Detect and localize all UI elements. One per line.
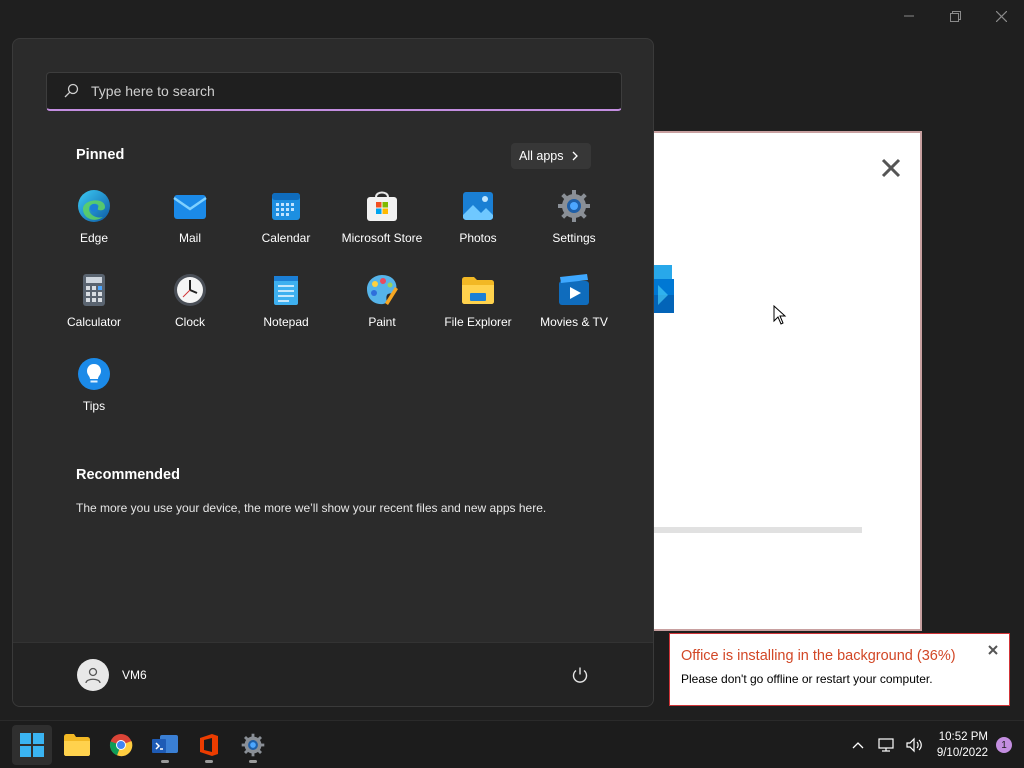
toast-body: Please don't go offline or restart your … (681, 672, 933, 686)
app-label: Clock (174, 315, 205, 329)
clock-icon (174, 274, 206, 306)
edge-icon (78, 190, 110, 222)
installer-progress-fill (654, 527, 729, 533)
app-label: Notepad (263, 315, 309, 329)
office-installer-window (652, 131, 922, 631)
restore-button[interactable] (932, 0, 978, 32)
paint-icon (367, 275, 398, 305)
settings-icon (241, 733, 265, 757)
toast-close-button[interactable] (986, 643, 1000, 657)
tips-icon (78, 358, 110, 390)
power-button[interactable] (571, 666, 589, 684)
pinned-app-settings[interactable]: Settings (526, 185, 622, 265)
network-icon (878, 738, 894, 752)
start-button[interactable] (12, 725, 52, 765)
user-icon (85, 667, 101, 684)
pinned-app-notepad[interactable]: Notepad (238, 269, 334, 349)
start-footer: VM6 (13, 642, 653, 706)
clock-time: 10:52 PM (938, 731, 988, 743)
show-hidden-icons-button[interactable] (845, 732, 871, 758)
notepad-icon (274, 276, 298, 305)
file-explorer-icon (64, 734, 90, 756)
app-label: Mail (178, 231, 201, 245)
pinned-app-clock[interactable]: Clock (142, 269, 238, 349)
volume-button[interactable] (901, 732, 927, 758)
app-label: Microsoft Store (341, 231, 423, 245)
start-icon (20, 733, 44, 757)
close-icon (995, 10, 1007, 22)
running-indicator (205, 760, 213, 763)
app-label: Calendar (261, 231, 311, 245)
all-apps-label: All apps (519, 149, 564, 163)
toast-title: Office is installing in the background (… (681, 648, 956, 664)
pinned-app-calculator[interactable]: Calculator (46, 269, 142, 349)
avatar (77, 659, 109, 691)
pinned-app-microsoft-store[interactable]: Microsoft Store (334, 185, 430, 265)
minimize-button[interactable] (886, 0, 932, 32)
installer-progress-bar (654, 527, 862, 533)
restore-icon (949, 10, 961, 22)
pinned-app-file-explorer[interactable]: File Explorer (430, 269, 526, 349)
search-input[interactable] (91, 83, 571, 99)
taskbar: 10:52 PM 9/10/2022 1 (0, 720, 1024, 768)
office-logo-icon (654, 265, 674, 313)
app-label: Tips (82, 399, 106, 413)
office-install-toast[interactable]: Office is installing in the background (… (669, 633, 1010, 706)
window-controls (886, 0, 1024, 32)
system-tray: 10:52 PM 9/10/2022 1 (845, 721, 1024, 768)
settings-icon (558, 190, 590, 222)
office-icon (200, 734, 218, 756)
app-label: Paint (368, 315, 396, 329)
taskbar-clock[interactable]: 10:52 PM 9/10/2022 (937, 729, 988, 761)
chevron-up-icon (852, 742, 864, 749)
calculator-icon (83, 274, 105, 306)
minimize-icon (904, 15, 914, 17)
taskbar-file-explorer[interactable] (57, 725, 97, 765)
user-name: VM6 (122, 668, 147, 682)
start-search-box[interactable] (46, 72, 622, 111)
clock-date: 9/10/2022 (936, 747, 988, 759)
mail-icon (173, 195, 207, 219)
recommended-empty-text: The more you use your device, the more w… (76, 501, 547, 515)
app-label: Calculator (66, 315, 122, 329)
volume-icon (906, 737, 922, 753)
network-button[interactable] (873, 732, 899, 758)
running-indicator (249, 760, 257, 763)
pinned-heading: Pinned (76, 147, 125, 163)
chrome-icon (109, 734, 133, 757)
pinned-app-calendar[interactable]: Calendar (238, 185, 334, 265)
user-account-button[interactable]: VM6 (77, 659, 147, 691)
app-label: Settings (552, 231, 596, 245)
chevron-right-icon (573, 151, 579, 161)
pinned-app-photos[interactable]: Photos (430, 185, 526, 265)
app-label: Movies & TV (540, 315, 608, 329)
store-icon (367, 191, 397, 221)
all-apps-button[interactable]: All apps (511, 143, 592, 169)
pinned-app-paint[interactable]: Paint (334, 269, 430, 349)
close-window-button[interactable] (978, 0, 1024, 32)
search-icon (64, 83, 79, 98)
taskbar-settings[interactable] (233, 725, 273, 765)
pinned-app-tips[interactable]: Tips (46, 353, 142, 433)
teams-icon (152, 735, 178, 753)
pinned-app-mail[interactable]: Mail (142, 185, 238, 265)
pinned-app-movies-tv[interactable]: Movies & TV (526, 269, 622, 349)
taskbar-remote-app[interactable] (145, 725, 185, 765)
folder-icon (462, 277, 494, 304)
running-indicator (161, 760, 169, 763)
start-menu: Pinned All apps Edge Mail (12, 38, 654, 707)
app-label: Edge (79, 231, 109, 245)
recommended-heading: Recommended (76, 467, 180, 483)
notification-badge[interactable]: 1 (996, 737, 1012, 753)
app-label: Photos (459, 231, 497, 245)
photos-icon (463, 192, 493, 220)
movies-icon (559, 274, 589, 305)
installer-close-button[interactable] (880, 157, 902, 179)
taskbar-office[interactable] (189, 725, 229, 765)
app-label: File Explorer (444, 315, 512, 329)
calendar-icon (272, 193, 300, 220)
pinned-app-edge[interactable]: Edge (46, 185, 142, 265)
mouse-cursor-icon (773, 305, 787, 325)
taskbar-chrome[interactable] (101, 725, 141, 765)
